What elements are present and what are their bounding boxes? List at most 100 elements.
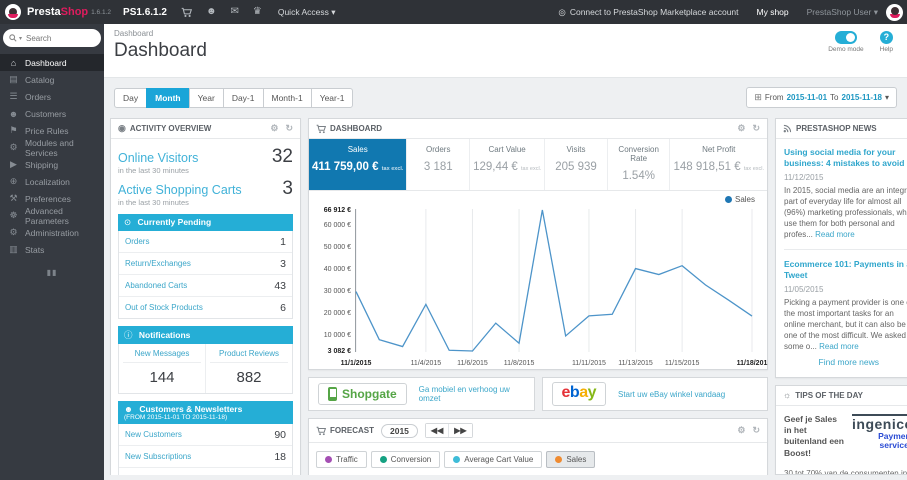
forecast-legend-conversion[interactable]: Conversion xyxy=(370,451,441,468)
forecast-legend-sales[interactable]: Sales xyxy=(546,451,596,468)
pending-row-returns: Return/Exchanges 3 xyxy=(119,253,292,275)
chart-legend-sales[interactable]: Sales xyxy=(724,195,755,204)
forecast-year-pill[interactable]: 2015 xyxy=(381,423,418,438)
kpi-conversion-rate[interactable]: Conversion Rate 1.54% xyxy=(608,139,671,190)
sidebar-item-localization[interactable]: ⊕ Localization xyxy=(0,173,104,190)
sidebar-item-stats[interactable]: ▥ Stats xyxy=(0,241,104,258)
news-panel-title: PRESTASHOP NEWS xyxy=(796,124,877,133)
period-month-1-button[interactable]: Month-1 xyxy=(262,87,312,108)
gauge-icon: ◉ xyxy=(118,123,126,133)
marketplace-icon: ◎ xyxy=(558,6,566,17)
news-article-excerpt: In 2015, social media are an integral pa… xyxy=(784,186,907,240)
y-tick-label: 40 000 € xyxy=(323,265,351,273)
sidebar-item-advanced-parameters[interactable]: ☸ Advanced Parameters xyxy=(0,206,104,226)
dashboard-refresh-icon[interactable]: ↻ xyxy=(752,124,760,133)
search-scope-caret[interactable]: ▾ xyxy=(19,35,22,42)
cart-icon[interactable] xyxy=(181,7,192,18)
demo-mode-toggle[interactable] xyxy=(834,31,857,44)
prestashop-news-panel: PRESTASHOP NEWS Using social media for y… xyxy=(775,118,907,378)
forecast-forward-button[interactable]: ▶▶ xyxy=(448,424,472,437)
shopgate-link[interactable]: Ga mobiel en verhoog uw omzet xyxy=(419,385,525,403)
period-year-button[interactable]: Year xyxy=(188,87,224,108)
read-more-link[interactable]: Read more xyxy=(819,342,859,351)
kpi-sales[interactable]: Sales 411 759,00 € tax excl. xyxy=(309,139,408,190)
news-article-title[interactable]: Ecommerce 101: Payments in a Tweet xyxy=(784,259,907,281)
sidebar-item-modules[interactable]: ⚙ Modules and Services xyxy=(0,138,104,158)
kpi-orders[interactable]: Orders 3 181 xyxy=(407,139,471,190)
period-month-button[interactable]: Month xyxy=(146,87,190,108)
page-title: Dashboard xyxy=(114,40,207,61)
orders-icon: ☰ xyxy=(9,91,18,101)
kpi-visits[interactable]: Visits 205 939 xyxy=(545,139,608,190)
sidebar-item-shipping[interactable]: ▶ Shipping xyxy=(0,156,104,173)
search-input[interactable] xyxy=(24,32,95,44)
find-more-news-link[interactable]: Find more news xyxy=(784,353,907,373)
active-carts-link[interactable]: Active Shopping Carts xyxy=(118,183,242,197)
online-visitors-link[interactable]: Online Visitors xyxy=(118,151,198,165)
notifications-header: ⓘ Notifications xyxy=(118,326,293,344)
active-carts-sub: in the last 30 minutes xyxy=(118,198,189,207)
tips-body-text: 30 tot 70% van de consumenten in Europa … xyxy=(784,469,907,475)
period-day-1-button[interactable]: Day-1 xyxy=(222,87,264,108)
customers-row-new: New Customers 90 xyxy=(119,424,292,446)
marketplace-connect-link[interactable]: ◎ Connect to PrestaShop Marketplace acco… xyxy=(558,7,738,18)
date-range-picker[interactable]: ⊞ From 2015-11-01 To 2015-11-18 ▾ xyxy=(746,87,897,108)
sidebar-collapse-button[interactable]: ▮▮ xyxy=(0,268,104,277)
forecast-legend-avg-cart-value[interactable]: Average Cart Value xyxy=(444,451,543,468)
dashboard-settings-icon[interactable]: ⚙ xyxy=(737,124,745,133)
sidebar-item-orders[interactable]: ☰ Orders xyxy=(0,88,104,105)
user-menu[interactable]: PrestaShop User ▾ xyxy=(807,7,878,18)
dashboard-cart-icon xyxy=(316,124,326,134)
activity-refresh-icon[interactable]: ↻ xyxy=(285,124,293,133)
catalog-icon: ▤ xyxy=(9,74,18,84)
mail-icon[interactable]: ✉ xyxy=(230,7,238,17)
sidebar-item-preferences[interactable]: ⚒ Preferences xyxy=(0,190,104,207)
x-tick-label: 11/11/2015 xyxy=(571,360,606,367)
user-avatar[interactable] xyxy=(886,3,903,21)
customers-row-subscribers: Total Subscribers 1308 xyxy=(119,468,292,476)
ebay-link[interactable]: Start uw eBay winkel vandaag xyxy=(618,390,725,399)
forecast-settings-icon[interactable]: ⚙ xyxy=(737,426,745,435)
tips-headline: Geef je Sales in het buitenland een Boos… xyxy=(784,413,844,458)
x-tick-label: 11/4/2015 xyxy=(410,360,442,367)
quick-access-menu[interactable]: Quick Access ▾ xyxy=(278,7,336,18)
chart-plot-area xyxy=(355,209,753,352)
date-range-caret: ▾ xyxy=(884,93,889,102)
news-article-title[interactable]: Using social media for your business: 4 … xyxy=(784,147,907,169)
period-day-button[interactable]: Day xyxy=(114,87,148,108)
forecast-refresh-icon[interactable]: ↻ xyxy=(752,426,760,435)
sidebar-item-administration[interactable]: ⚙ Administration xyxy=(0,224,104,241)
forecast-legend-traffic[interactable]: Traffic xyxy=(316,451,367,468)
forecast-back-button[interactable]: ◀◀ xyxy=(425,424,449,437)
my-shop-link[interactable]: My shop xyxy=(757,7,789,17)
product-reviews-cell: Product Reviews 882 xyxy=(205,344,292,393)
read-more-link[interactable]: Read more xyxy=(815,230,855,239)
sidebar-item-customers[interactable]: ☻ Customers xyxy=(0,105,104,122)
ebay-module-card: ebay Start uw eBay winkel vandaag xyxy=(541,377,768,411)
help-button[interactable]: ? xyxy=(879,31,893,44)
trophy-icon[interactable]: ♛ xyxy=(253,7,262,17)
period-year-1-button[interactable]: Year-1 xyxy=(310,87,354,108)
breadcrumb[interactable]: Dashboard xyxy=(114,29,897,38)
x-tick-label: 11/15/2015 xyxy=(664,360,700,367)
administration-icon: ⚙ xyxy=(9,227,18,237)
sidebar-item-catalog[interactable]: ▤ Catalog xyxy=(0,71,104,88)
customer-icon[interactable]: ☻ xyxy=(206,7,217,17)
preferences-icon: ⚒ xyxy=(9,193,18,203)
dashboard-panel: DASHBOARD ⚙ ↻ Sales 411 759,00 € tax exc… xyxy=(308,118,768,370)
sidebar-item-dashboard[interactable]: ⌂ Dashboard xyxy=(0,54,104,71)
pending-row-out-of-stock: Out of Stock Products 6 xyxy=(125,301,286,314)
pending-row-abandoned-carts: Abandoned Carts 43 xyxy=(119,275,292,297)
page-header: Dashboard Dashboard Demo mode ? Help xyxy=(104,24,907,78)
advanced-parameters-icon: ☸ xyxy=(9,210,18,220)
activity-settings-icon[interactable]: ⚙ xyxy=(270,124,278,133)
news-article-excerpt: Picking a payment provider is one of the… xyxy=(784,298,907,352)
sidebar-item-price-rules[interactable]: ⚑ Price Rules xyxy=(0,122,104,139)
news-article: Ecommerce 101: Payments in a Tweet 11/05… xyxy=(784,259,907,352)
new-messages-cell: New Messages 144 xyxy=(119,344,205,393)
ingenico-logo: ingenico Payment services xyxy=(852,413,907,460)
shipping-icon: ▶ xyxy=(10,159,17,169)
kpi-cart-value[interactable]: Cart Value 129,44 € tax excl. xyxy=(470,139,546,190)
kpi-net-profit[interactable]: Net Profit 148 918,51 € tax excl. xyxy=(670,139,767,190)
traffic-dot xyxy=(325,456,332,463)
